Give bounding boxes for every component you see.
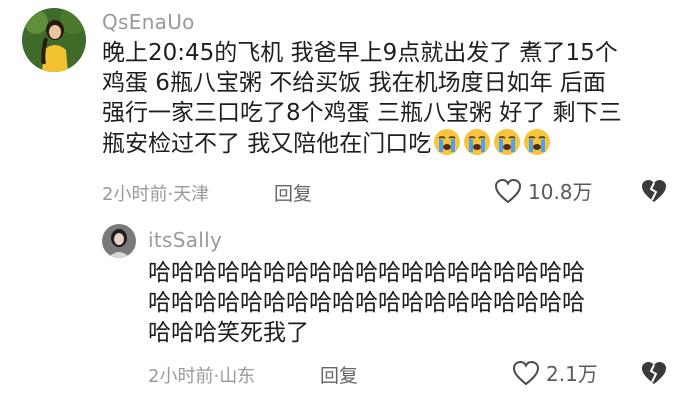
comment-1: QsEnaUo 晚上20:45的飞机 我爸早上9点就出发了 煮了15个 鸡蛋 6…	[0, 0, 690, 212]
comment-meta: 2小时前·天津	[102, 180, 209, 206]
heart-icon	[494, 178, 522, 203]
location: 山东	[219, 366, 256, 387]
username[interactable]: QsEnaUo	[102, 10, 195, 34]
comment-meta: 2小时前·山东	[148, 362, 255, 388]
location: 天津	[173, 184, 210, 205]
comment-text: 晚上20:45的飞机 我爸早上9点就出发了 煮了15个 鸡蛋 6瓶八宝粥 不给买…	[102, 38, 622, 158]
emoji-row	[433, 128, 551, 156]
comment-text-line: 鸡蛋 6瓶八宝粥 不给买饭 我在机场度日如年 后面	[102, 70, 606, 96]
like-count: 2.1万	[546, 362, 598, 386]
reply-button[interactable]: 回复	[320, 361, 358, 388]
comment-text: 哈哈哈哈哈哈哈哈哈哈哈哈哈哈哈哈哈哈哈 哈哈哈哈哈哈哈哈哈哈哈哈哈哈哈哈哈哈哈 …	[148, 258, 585, 348]
comment-text-line: 瓶安检过不了 我又陪他在门口吃	[102, 131, 432, 157]
avatar[interactable]	[102, 224, 136, 258]
broken-heart-icon[interactable]	[640, 360, 668, 386]
comment-text-line: 哈哈哈哈哈哈哈哈哈哈哈哈哈哈哈哈哈哈哈	[148, 260, 585, 286]
like-button[interactable]: 10.8万	[494, 176, 593, 205]
broken-heart-icon[interactable]	[640, 178, 668, 204]
comment-text-line: 哈哈哈哈哈哈哈哈哈哈哈哈哈哈哈哈哈哈哈	[148, 290, 585, 316]
comment-text-line: 强行一家三口吃了8个鸡蛋 三瓶八宝粥 好了 剩下三	[102, 100, 622, 126]
like-count: 10.8万	[528, 180, 593, 204]
crying-emoji-icon	[464, 129, 491, 155]
comment-text-line: 晚上20:45的飞机 我爸早上9点就出发了 煮了15个	[102, 40, 618, 66]
heart-icon	[512, 360, 540, 385]
reply-button[interactable]: 回复	[274, 179, 312, 206]
comment-text-line: 哈哈哈笑死我了	[148, 320, 309, 346]
timestamp: 2小时前	[102, 184, 168, 205]
crying-emoji-icon	[494, 129, 521, 155]
avatar[interactable]	[22, 8, 86, 72]
crying-emoji-icon	[434, 129, 461, 155]
timestamp: 2小时前	[148, 366, 214, 387]
username[interactable]: itsSally	[148, 228, 222, 252]
like-button[interactable]: 2.1万	[512, 358, 598, 387]
crying-emoji-icon	[524, 129, 551, 155]
comment-text-line-last: 瓶安检过不了 我又陪他在门口吃	[102, 128, 622, 158]
comment-2: itsSally 哈哈哈哈哈哈哈哈哈哈哈哈哈哈哈哈哈哈哈 哈哈哈哈哈哈哈哈哈哈哈…	[0, 212, 690, 402]
